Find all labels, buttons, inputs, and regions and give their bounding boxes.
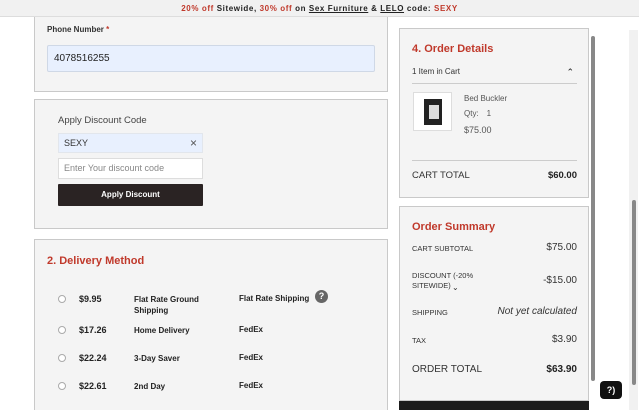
summary-label: TAX [412,336,427,345]
applied-discount-code: SEXY × [58,133,203,153]
divider [412,83,577,84]
summary-label: DISCOUNT (-20% SITEWIDE) [412,271,474,290]
promo-link-lelo[interactable]: LELO [380,4,404,13]
summary-row: TAX $3.90 [412,334,577,345]
discount-panel: Apply Discount Code SEXY × Enter Your di… [34,99,388,229]
shipping-option[interactable]: $22.61 2nd Day FedEx [35,376,389,396]
cart-total-row: CART TOTAL $60.00 [412,170,577,181]
product-image-shape [429,105,439,119]
qty-value: 1 [486,109,492,118]
shipping-name: 3-Day Saver [134,354,180,363]
order-summary-panel: Order Summary CART SUBTOTAL $75.00 DISCO… [399,206,589,401]
order-total-value: $63.90 [546,364,577,375]
promo-text: on [292,4,309,13]
chevron-up-icon[interactable]: ⌃ [566,67,574,78]
promo-text: Sitewide, [213,4,260,13]
order-total-row: ORDER TOTAL $63.90 [412,364,577,375]
shipping-price: $9.95 [79,294,102,304]
promo-sitewide-discount: 20% off [181,4,214,13]
phone-label-text: Phone Number [47,25,104,34]
summary-value: $3.90 [551,334,577,345]
summary-value: Not yet calculated [497,306,578,317]
order-details-title: 4. Order Details [412,43,494,55]
order-details-panel: 4. Order Details 1 Item in Cart ⌃ Bed Bu… [399,28,589,198]
shipping-radio[interactable] [58,382,66,390]
shipping-radio[interactable] [58,354,66,362]
place-order-bar[interactable] [399,401,589,410]
chevron-down-icon[interactable]: ⌄ [452,283,459,292]
shipping-carrier: FedEx [239,381,264,390]
shipping-radio[interactable] [58,326,66,334]
summary-value: -$15.00 [543,275,577,286]
item-name[interactable]: Bed Buckler [464,94,507,103]
shipping-price: $22.24 [79,353,107,363]
discount-code-input[interactable]: Enter Your discount code [58,158,203,179]
promo-text: & [368,4,381,13]
shipping-name: 2nd Day [134,382,166,391]
promo-code: SEXY [434,4,458,13]
order-summary-title: Order Summary [412,221,496,233]
phone-number-label: Phone Number * [47,25,109,34]
promo-banner: 20% off Sitewide, 30% off on Sex Furnitu… [0,0,639,17]
divider [412,160,577,161]
promo-furniture-discount: 30% off [259,4,293,13]
page-scrollbar-thumb[interactable] [632,200,636,385]
shipping-carrier: FedEx [239,325,264,334]
sidebar-scrollbar[interactable] [591,36,595,381]
shipping-carrier: FedEx [239,353,264,362]
qty-label: Qty: [464,109,479,118]
required-mark: * [106,25,110,34]
summary-row: CART SUBTOTAL $75.00 [412,242,577,253]
chat-help-button[interactable]: ?) [600,381,622,399]
shipping-price: $17.26 [79,325,107,335]
cart-total-label: CART TOTAL [412,170,470,181]
item-price: $75.00 [464,125,492,135]
phone-number-input[interactable]: 4078516255 [47,45,375,72]
shipping-name: Flat Rate Ground Shipping [134,295,199,315]
shipping-option[interactable]: $9.95 Flat Rate Ground Shipping Flat Rat… [35,289,389,315]
item-qty: Qty: 1 [464,109,491,118]
summary-row: DISCOUNT (-20% SITEWIDE) ⌄ -$15.00 [412,271,577,292]
help-icon[interactable]: ? [315,290,328,303]
delivery-method-panel: 2. Delivery Method $9.95 Flat Rate Groun… [34,239,388,410]
summary-label: CART SUBTOTAL [412,244,474,253]
shipping-price: $22.61 [79,381,107,391]
shipping-name: Home Delivery [134,326,190,335]
shipping-radio[interactable] [58,295,66,303]
contact-panel: Phone Number * 4078516255 [34,17,388,92]
items-in-cart: 1 Item in Cart [412,67,461,76]
remove-code-icon[interactable]: × [190,134,197,152]
applied-code-text: SEXY [64,138,89,148]
promo-text: code: [404,4,435,13]
delivery-method-title: 2. Delivery Method [47,255,145,267]
product-thumbnail[interactable] [413,92,452,131]
summary-value: $75.00 [546,242,577,253]
shipping-option[interactable]: $17.26 Home Delivery FedEx [35,320,389,340]
cart-total-value: $60.00 [547,170,577,181]
order-total-label: ORDER TOTAL [412,364,483,375]
promo-link-sex-furniture[interactable]: Sex Furniture [309,4,368,13]
shipping-option[interactable]: $22.24 3-Day Saver FedEx [35,348,389,368]
shipping-carrier: Flat Rate Shipping [239,294,310,303]
summary-row: SHIPPING Not yet calculated [412,306,578,317]
apply-discount-button[interactable]: Apply Discount [58,184,203,206]
discount-title: Apply Discount Code [58,115,147,126]
summary-label: SHIPPING [412,308,448,317]
